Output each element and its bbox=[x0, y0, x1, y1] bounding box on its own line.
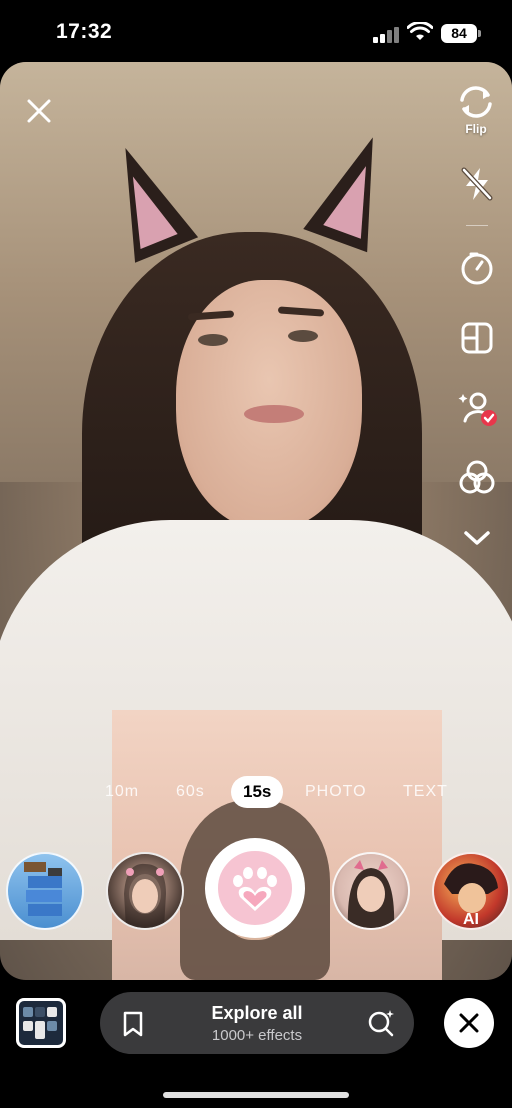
mode-text[interactable]: TEXT bbox=[403, 776, 448, 808]
search-effects-icon[interactable] bbox=[366, 1008, 396, 1038]
mode-15s[interactable]: 15s bbox=[231, 776, 284, 808]
close-icon bbox=[27, 99, 51, 123]
effect-portrait-2[interactable] bbox=[332, 852, 410, 930]
layout-button[interactable] bbox=[459, 320, 495, 356]
mode-60s[interactable]: 60s bbox=[176, 776, 205, 808]
retouch-person-icon bbox=[458, 392, 497, 426]
tower-game-effect-icon bbox=[24, 862, 62, 916]
gallery-thumbnail[interactable] bbox=[16, 998, 66, 1048]
record-button[interactable] bbox=[205, 838, 305, 938]
effect-portrait-1[interactable] bbox=[106, 852, 184, 930]
portrait-effect-icon bbox=[124, 863, 166, 928]
filters-button[interactable] bbox=[457, 458, 497, 496]
home-indicator[interactable] bbox=[163, 1092, 349, 1098]
mode-photo[interactable]: PHOTO bbox=[305, 776, 367, 808]
flash-toggle[interactable] bbox=[460, 166, 494, 202]
flip-label: Flip bbox=[465, 122, 487, 136]
remove-effect-button[interactable] bbox=[444, 998, 494, 1048]
subject-eye-right bbox=[288, 330, 318, 342]
paw-effect-icon bbox=[233, 867, 277, 911]
status-time: 17:32 bbox=[56, 20, 113, 43]
ai-badge: AI bbox=[463, 911, 479, 928]
flip-camera-icon bbox=[460, 86, 492, 118]
close-camera-button[interactable] bbox=[24, 96, 54, 126]
layout-grid-icon bbox=[461, 322, 493, 354]
anime-ai-effect-icon: AI bbox=[444, 863, 498, 928]
mode-10m[interactable]: 10m bbox=[105, 776, 139, 808]
subject-eye-left bbox=[198, 334, 228, 346]
battery-cap bbox=[478, 30, 481, 37]
close-icon bbox=[459, 1013, 479, 1033]
cellular-signal-icon bbox=[373, 25, 401, 43]
tool-divider bbox=[466, 225, 488, 226]
portrait-effect-2-icon bbox=[347, 860, 395, 928]
status-bar: 17:32 84 bbox=[0, 0, 512, 60]
timer-icon bbox=[461, 252, 493, 285]
capture-mode-selector: 10m 60s 15s PHOTO TEXT bbox=[0, 776, 512, 808]
chevron-down-icon bbox=[464, 531, 490, 545]
retouch-button[interactable] bbox=[458, 388, 498, 428]
explore-effects-bar[interactable]: Explore all 1000+ effects bbox=[100, 992, 414, 1054]
flip-button[interactable]: Flip bbox=[455, 84, 497, 136]
wifi-icon bbox=[407, 22, 433, 40]
record-button-inner bbox=[215, 848, 295, 928]
flash-off-icon bbox=[461, 167, 493, 201]
effect-tower-game[interactable] bbox=[6, 852, 84, 930]
effect-anime-ai[interactable]: AI bbox=[432, 852, 510, 930]
battery-indicator: 84 bbox=[441, 24, 477, 43]
subject-lips bbox=[244, 405, 304, 423]
more-tools-button[interactable] bbox=[462, 528, 492, 548]
timer-button[interactable] bbox=[459, 251, 495, 287]
gallery-preview-icon bbox=[23, 1007, 57, 1039]
filters-circles-icon bbox=[459, 460, 495, 494]
